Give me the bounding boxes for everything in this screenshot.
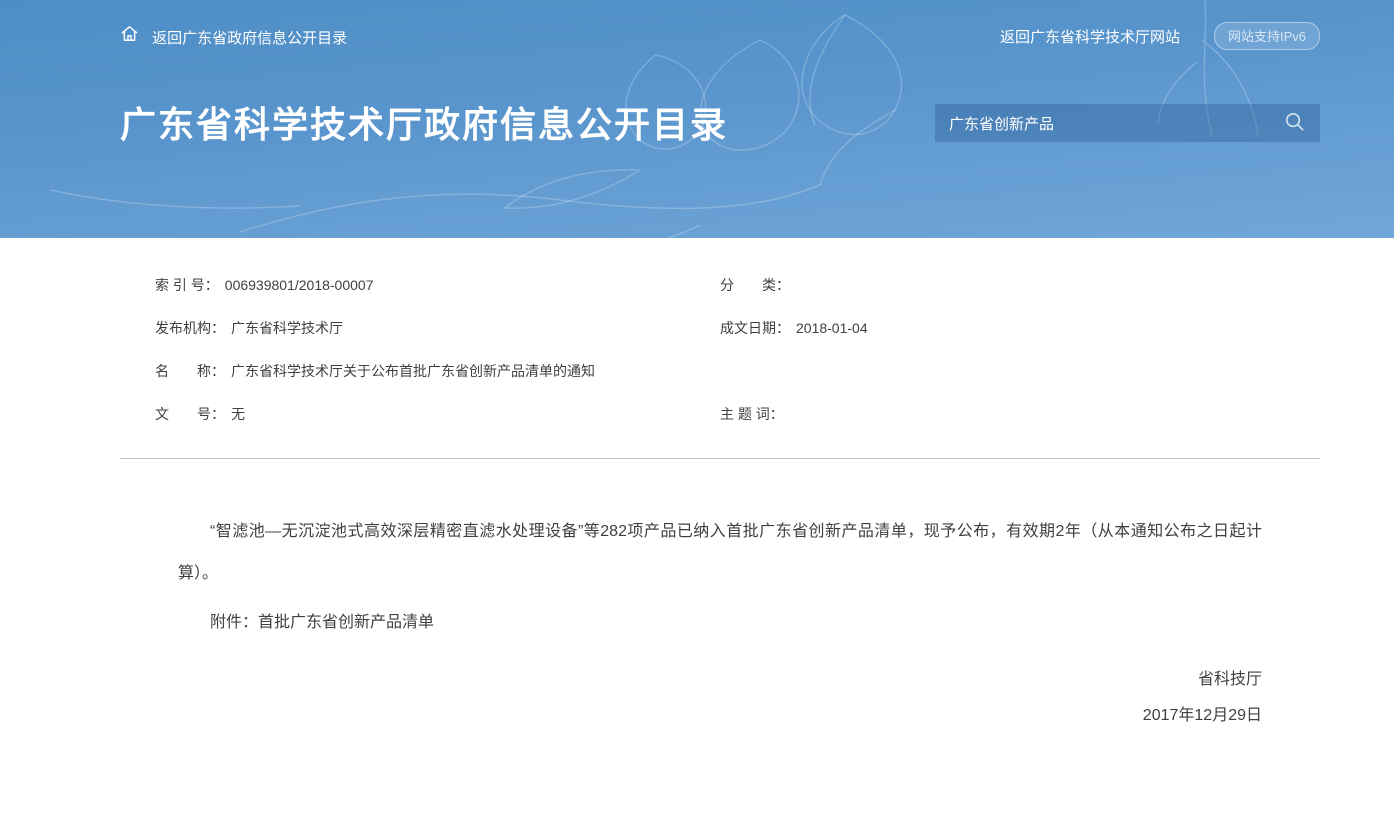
search-icon <box>1283 110 1306 136</box>
signature-block: 省科技厅 2017年12月29日 <box>178 662 1262 734</box>
document-number-label: 文 号： <box>155 406 225 422</box>
meta-row-agency-date: 发布机构： 广东省科学技术厅 成文日期： 2018-01-04 <box>120 318 1320 338</box>
meta-row-index-category: 索 引 号： 006939801/2018-00007 分 类： <box>120 275 1320 295</box>
publishing-agency-value: 广东省科学技术厅 <box>231 320 343 336</box>
article-body: “智滤池—无沉淀池式高效深层精密直滤水处理设备”等282项产品已纳入首批广东省创… <box>120 511 1320 734</box>
document-name-value: 广东省科学技术厅关于公布首批广东省创新产品清单的通知 <box>231 363 595 379</box>
attachment-link[interactable]: 首批广东省创新产品清单 <box>258 614 434 631</box>
page-header: 返回广东省政府信息公开目录 返回广东省科学技术厅网站 网站支持IPv6 广东省科… <box>0 0 1394 238</box>
section-divider <box>120 458 1320 459</box>
search-button[interactable] <box>1281 108 1308 138</box>
signature-agency: 省科技厅 <box>178 662 1262 698</box>
back-to-gov-directory-link[interactable]: 返回广东省政府信息公开目录 <box>120 24 347 48</box>
signature-date: 2017年12月29日 <box>178 698 1262 734</box>
back-to-gov-directory-label: 返回广东省政府信息公开目录 <box>152 30 347 47</box>
ipv6-support-badge: 网站支持IPv6 <box>1214 22 1320 50</box>
issue-date-value: 2018-01-04 <box>796 320 868 336</box>
attachment-label: 附件： <box>210 614 258 631</box>
index-number-label: 索 引 号： <box>155 277 219 293</box>
attachment-row: 附件：首批广东省创新产品清单 <box>210 608 1262 638</box>
search-box <box>935 104 1320 142</box>
home-icon <box>120 24 139 43</box>
document-number-value: 无 <box>231 406 245 422</box>
search-input[interactable] <box>949 115 1281 132</box>
document-content: 索 引 号： 006939801/2018-00007 分 类： 发布机构： 广东省… <box>120 238 1320 734</box>
page-title: 广东省科学技术厅政府信息公开目录 <box>120 102 728 148</box>
issue-date-label: 成文日期： <box>720 320 790 336</box>
notice-paragraph: “智滤池—无沉淀池式高效深层精密直滤水处理设备”等282项产品已纳入首批广东省创… <box>178 511 1262 595</box>
back-to-dept-site-link[interactable]: 返回广东省科学技术厅网站 <box>1000 26 1180 47</box>
publishing-agency-label: 发布机构： <box>155 320 225 336</box>
category-label: 分 类： <box>720 277 790 293</box>
top-navigation-bar: 返回广东省政府信息公开目录 返回广东省科学技术厅网站 网站支持IPv6 <box>120 0 1320 50</box>
meta-row-name: 名 称： 广东省科学技术厅关于公布首批广东省创新产品清单的通知 <box>120 361 1320 381</box>
document-name-label: 名 称： <box>155 363 225 379</box>
keywords-label: 主 题 词： <box>720 406 784 422</box>
index-number-value: 006939801/2018-00007 <box>225 277 374 293</box>
meta-row-docnum-keywords: 文 号： 无 主 题 词： <box>120 404 1320 424</box>
